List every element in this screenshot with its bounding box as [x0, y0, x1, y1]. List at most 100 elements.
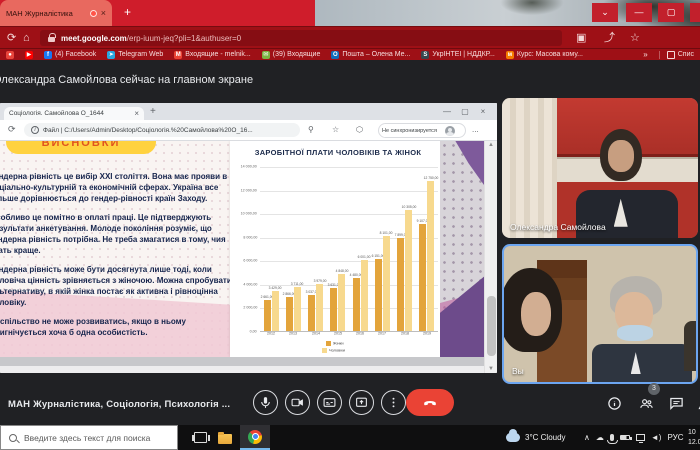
- file-explorer-button[interactable]: [216, 429, 233, 446]
- edge-menu-icon[interactable]: ...: [472, 125, 479, 134]
- x-axis-label: 2013: [289, 332, 297, 336]
- slide-paragraph-0: Гендерна рівність це вибір XXI століття.…: [0, 171, 242, 204]
- reading-list-button[interactable]: Спис: [659, 51, 694, 59]
- tab-close-icon[interactable]: ×: [101, 8, 106, 18]
- scroll-up-icon[interactable]: ▲: [485, 142, 497, 148]
- browser-taskbar-button[interactable]: [240, 425, 270, 450]
- captions-button[interactable]: [317, 390, 342, 415]
- man-suit: [592, 344, 692, 382]
- x-axis-label: 2015: [334, 332, 342, 336]
- bookmark-favicon: м: [506, 51, 514, 59]
- edge-scrollbar[interactable]: ▲ ▼: [484, 141, 497, 373]
- y-axis-tick: 8 000,00: [243, 236, 257, 240]
- x-axis-label: 2019: [423, 332, 431, 336]
- video-tile-oleksandra[interactable]: Олександра Самойлова: [502, 98, 698, 238]
- video-tile-you[interactable]: Вы: [502, 244, 698, 384]
- bar-Жінки-2013: 2 866,00: [286, 297, 293, 331]
- bookmark-item-8[interactable]: мКурс: Масова кому...: [506, 51, 583, 59]
- edge-address-bar[interactable]: i Файл | C:/Users/Admin/Desktop/Соціолог…: [24, 123, 300, 137]
- close-icon[interactable]: ×: [690, 3, 700, 22]
- bookmark-label: (39) Входящие: [273, 51, 321, 58]
- edge-maximize-icon[interactable]: ▢: [458, 105, 472, 118]
- home-icon[interactable]: ⌂: [23, 31, 30, 45]
- firefox-active-tab[interactable]: МАН Журналістика ×: [0, 0, 112, 26]
- present-button[interactable]: [349, 390, 374, 415]
- edge-reload-icon[interactable]: ⟳: [8, 124, 16, 135]
- bar-Чоловіки-2016: 6 001,00: [361, 260, 368, 331]
- bookmarks-overflow-chevron[interactable]: »: [643, 50, 647, 59]
- taskbar-search-input[interactable]: Введите здесь текст для поиска: [0, 425, 178, 450]
- taskbar-clock[interactable]: 10 12.02: [688, 428, 700, 448]
- x-axis-label: 2018: [401, 332, 409, 336]
- maximize-icon[interactable]: ▢: [658, 3, 684, 22]
- meeting-details-button[interactable]: [604, 393, 624, 413]
- volume-icon[interactable]: ◄): [651, 433, 662, 442]
- tab-sharing-camera-icon[interactable]: ▣: [576, 31, 586, 45]
- bookmark-item-0[interactable]: ●: [6, 51, 14, 59]
- camera-button[interactable]: [285, 390, 310, 415]
- bookmark-favicon: ▶: [25, 51, 33, 59]
- edge-minimize-icon[interactable]: —: [440, 105, 454, 118]
- y-axis-tick: 6 000,00: [243, 259, 257, 263]
- microphone-button[interactable]: [253, 390, 278, 415]
- tray-microphone-icon[interactable]: [610, 434, 614, 441]
- language-indicator[interactable]: РУС: [667, 433, 683, 442]
- reload-icon[interactable]: ⟳: [7, 31, 16, 45]
- bookmark-item-3[interactable]: ➤Telegram Web: [107, 51, 163, 59]
- y-axis-tick: 12 000,00: [241, 189, 257, 193]
- legend-label: Жінки: [333, 342, 344, 346]
- bookmark-item-6[interactable]: OПошта – Олена Ме...: [331, 51, 410, 59]
- address-bar[interactable]: meet.google.com/erp-iuum-jeq?pli=1&authu…: [40, 30, 562, 46]
- activities-button[interactable]: [694, 393, 700, 413]
- system-tray: ∧ ☁ ◄) РУС: [584, 425, 683, 450]
- taskbar-weather[interactable]: 3°C Cloudy: [506, 425, 566, 450]
- zoom-icon[interactable]: ⚲: [308, 125, 314, 134]
- hidden-icons-chevron[interactable]: ∧: [584, 433, 590, 442]
- firefox-tab-bar: МАН Журналістика × + ⌄ — ▢ ×: [0, 0, 700, 26]
- bookmark-item-4[interactable]: MВходящие - melnik...: [174, 51, 250, 59]
- slide-side-decoration: [440, 141, 484, 357]
- extensions-icon[interactable]: ⬡: [356, 125, 363, 134]
- bookmark-star-icon[interactable]: ☆: [630, 31, 640, 45]
- edge-active-tab[interactable]: Соціологія. Самойлова О_1644 ×: [4, 107, 144, 120]
- bookmark-favicon: O: [331, 51, 339, 59]
- chrome-icon: [248, 430, 262, 444]
- edge-tab-close-icon[interactable]: ×: [134, 109, 139, 118]
- participants-button[interactable]: [636, 393, 656, 413]
- battery-icon[interactable]: [620, 435, 630, 440]
- bar-group-2014: 3 037,003 979,002014: [308, 167, 323, 331]
- slide-paragraph-3: Суспільство не може розвиватись, якщо в …: [0, 316, 242, 338]
- windows-taskbar: Введите здесь текст для поиска 3°C Cloud…: [0, 425, 700, 450]
- task-view-button[interactable]: [192, 429, 209, 446]
- favorites-star-icon[interactable]: ☆: [332, 125, 339, 134]
- list-tabs-icon[interactable]: ⌄: [592, 3, 618, 22]
- more-options-button[interactable]: [381, 390, 406, 415]
- bookmark-item-1[interactable]: ▶: [25, 51, 33, 59]
- scroll-down-icon[interactable]: ▼: [485, 366, 497, 372]
- minimize-icon[interactable]: —: [626, 3, 652, 22]
- edge-close-icon[interactable]: ×: [476, 105, 490, 118]
- bar-group-2017: 6 151,008 101,002017: [375, 167, 390, 331]
- more-vert-icon: [387, 396, 400, 409]
- edge-new-tab-button[interactable]: +: [150, 106, 156, 117]
- share-page-icon[interactable]: ⤴: [604, 31, 615, 45]
- legend-item-Жінки: Жінки: [326, 340, 349, 347]
- page-info-icon[interactable]: i: [31, 126, 39, 134]
- bookmark-item-2[interactable]: f(4) Facebook: [44, 51, 96, 59]
- end-call-icon: [422, 395, 438, 411]
- end-call-button[interactable]: [406, 389, 454, 416]
- bar-group-2012: 2 661,003 429,002012: [264, 167, 279, 331]
- chat-button[interactable]: [666, 393, 686, 413]
- new-tab-button[interactable]: +: [120, 5, 135, 20]
- chart-title: ЗАРОБІТНОЇ ПЛАТИ ЧОЛОВІКІВ ТА ЖІНОК: [230, 148, 446, 157]
- scrollbar-thumb[interactable]: [487, 296, 496, 356]
- onedrive-cloud-icon[interactable]: ☁: [596, 433, 604, 442]
- chart-legend: ЖінкиЧоловіки: [230, 340, 446, 354]
- bookmark-item-7[interactable]: SУкрІНТЕІ | НДДКР...: [421, 51, 494, 59]
- recording-indicator-icon: [90, 10, 97, 17]
- bookmark-favicon: M: [174, 51, 182, 59]
- bar-value-label: 8 101,00: [380, 231, 393, 234]
- bookmark-item-5[interactable]: ✉(39) Входящие: [262, 51, 321, 59]
- network-icon[interactable]: [636, 434, 645, 441]
- sync-profile-button[interactable]: Не синхронизируется: [378, 123, 466, 138]
